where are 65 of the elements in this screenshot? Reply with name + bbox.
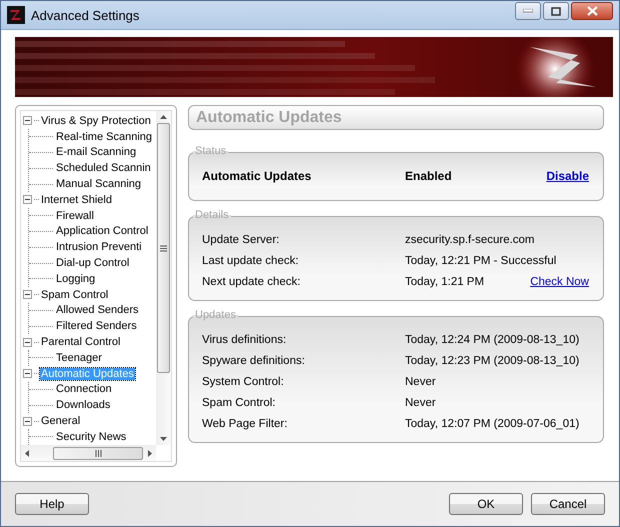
field-value: Enabled bbox=[405, 168, 453, 182]
field-label: Last update check: bbox=[202, 254, 300, 266]
tree-item[interactable]: Firewall bbox=[55, 210, 95, 222]
tree-item[interactable]: Filtered Senders bbox=[55, 320, 138, 332]
field-label: Web Page Filter: bbox=[202, 418, 288, 430]
close-icon bbox=[586, 6, 598, 16]
minimize-button[interactable] bbox=[515, 2, 541, 20]
tree-item[interactable]: Internet Shield bbox=[40, 194, 113, 206]
tree-item[interactable]: Application Control bbox=[55, 225, 150, 238]
collapse-icon[interactable] bbox=[23, 116, 32, 126]
field-label: Next update check: bbox=[202, 276, 302, 288]
dialog-button[interactable]: Cancel bbox=[531, 493, 605, 515]
tree-item[interactable]: Spam Control bbox=[40, 288, 110, 301]
tree-item[interactable]: Scheduled Scannin bbox=[55, 162, 152, 174]
tree-item[interactable]: Intrusion Preventi bbox=[55, 241, 143, 254]
field-value: zsecurity.sp.f-secure.com bbox=[405, 234, 536, 246]
field-value: Today, 12:21 PM - Successful bbox=[405, 254, 558, 266]
horizontal-scrollbar[interactable] bbox=[21, 445, 156, 461]
grip-icon[interactable] bbox=[94, 450, 102, 456]
field-label: System Control: bbox=[202, 376, 285, 388]
field-value: Never bbox=[405, 396, 437, 408]
dialog-button[interactable]: Help bbox=[15, 493, 89, 515]
field-value: Today, 1:21 PM bbox=[405, 276, 486, 288]
field-value: Today, 12:24 PM (2009-08-13_10) bbox=[405, 334, 580, 346]
group-legend: Status bbox=[193, 145, 228, 157]
field-label: Spyware definitions: bbox=[202, 354, 306, 366]
tree-item[interactable]: Real-time Scanning bbox=[55, 130, 153, 143]
collapse-icon[interactable] bbox=[23, 338, 32, 347]
field-value: Today, 12:07 PM (2009-07-06_01) bbox=[405, 418, 580, 430]
tree-item[interactable]: Manual Scanning bbox=[55, 178, 142, 190]
collapse-icon[interactable] bbox=[23, 369, 32, 378]
link[interactable]: Disable bbox=[546, 168, 589, 182]
tree-item[interactable]: Dial-up Control bbox=[55, 257, 130, 270]
tree-item[interactable]: E-mail Scanning bbox=[55, 146, 138, 158]
field-value: Never bbox=[405, 376, 437, 388]
collapse-icon[interactable] bbox=[23, 195, 32, 204]
tree-item[interactable]: Virus & Spy Protection bbox=[40, 114, 152, 127]
close-button[interactable] bbox=[571, 2, 613, 20]
link[interactable]: Check Now bbox=[530, 276, 589, 288]
field-label: Update Server: bbox=[202, 234, 280, 246]
minimize-icon bbox=[523, 9, 533, 13]
maximize-icon bbox=[551, 6, 561, 16]
tree-item[interactable]: General bbox=[40, 415, 82, 428]
grip-icon[interactable] bbox=[160, 244, 167, 252]
collapse-icon[interactable] bbox=[23, 290, 32, 300]
tree-item[interactable]: Logging bbox=[55, 272, 96, 285]
tree-item[interactable]: Security News bbox=[55, 430, 128, 443]
app-logo-icon bbox=[7, 6, 25, 24]
field-label: Virus definitions: bbox=[202, 334, 288, 346]
vertical-scrollbar[interactable] bbox=[156, 111, 171, 445]
tree-item[interactable]: Teenager bbox=[55, 352, 103, 364]
collapse-icon[interactable] bbox=[23, 416, 32, 426]
group-legend: Updates bbox=[193, 309, 238, 321]
field-value: Today, 12:23 PM (2009-08-13_10) bbox=[405, 354, 580, 366]
field-label: Automatic Updates bbox=[202, 168, 312, 182]
group-legend: Details bbox=[193, 209, 231, 221]
field-label: Spam Control: bbox=[202, 396, 277, 408]
tree-item[interactable]: Downloads bbox=[55, 399, 112, 412]
tree-item[interactable]: Connection bbox=[55, 383, 113, 396]
tree-item[interactable]: Parental Control bbox=[40, 336, 122, 348]
window-title: Advanced Settings bbox=[31, 8, 140, 22]
tree-item[interactable]: Allowed Senders bbox=[55, 304, 140, 316]
maximize-button[interactable] bbox=[543, 2, 569, 20]
dialog-button[interactable]: OK bbox=[449, 493, 523, 515]
page-title: Automatic Updates bbox=[196, 108, 342, 126]
